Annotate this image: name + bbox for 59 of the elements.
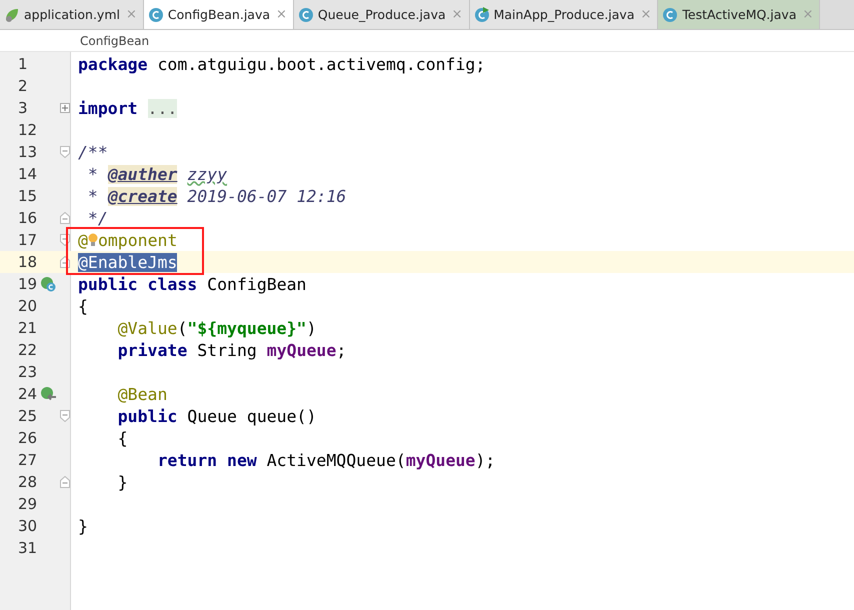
- editor-tab[interactable]: Queue_Produce.java ×: [294, 0, 470, 29]
- line-number: 31: [17, 539, 36, 557]
- fold-end-icon[interactable]: [60, 212, 70, 224]
- line-number: 25: [17, 407, 36, 425]
- bean-method-icon[interactable]: [40, 386, 56, 402]
- line-number: 20: [17, 297, 36, 315]
- line-number: 15: [17, 187, 36, 205]
- line-number: 18: [17, 253, 36, 271]
- editor-tab[interactable]: TestActiveMQ.java ×: [658, 0, 820, 29]
- code-line: {: [78, 296, 88, 316]
- line-number: 14: [17, 165, 36, 183]
- code-line: private String myQueue;: [116, 340, 346, 360]
- code-line: return new ActiveMQQueue(myQueue);: [156, 450, 496, 470]
- bean-class-icon[interactable]: [40, 276, 56, 292]
- code-line: import ...: [78, 98, 178, 118]
- lightbulb-icon[interactable]: [88, 232, 98, 248]
- line-number: 13: [17, 143, 36, 161]
- code-line: public class ConfigBean: [78, 274, 306, 294]
- line-number: 28: [17, 473, 36, 491]
- code-line: package com.atguigu.boot.activemq.config;: [78, 54, 486, 74]
- code-line: }: [116, 472, 128, 492]
- class-icon: [148, 6, 164, 22]
- code-line: * @create 2019-06-07 12:16: [86, 186, 346, 206]
- runnable-class-icon: [474, 6, 490, 22]
- code-line: {: [116, 428, 128, 448]
- line-number: 3: [17, 99, 29, 117]
- code-line: @ omponent: [78, 230, 178, 250]
- code-line: public Queue queue(): [116, 406, 316, 426]
- code-line: /**: [78, 142, 108, 162]
- line-number: 26: [17, 429, 36, 447]
- line-number: 23: [17, 363, 36, 381]
- fold-start-icon[interactable]: [60, 146, 70, 158]
- code-line: @Value("${myqueue}"): [116, 318, 316, 338]
- fold-start-icon[interactable]: [60, 410, 70, 422]
- breadcrumb[interactable]: ConfigBean: [80, 34, 150, 48]
- line-number: 24: [17, 385, 36, 403]
- editor-tab[interactable]: application.yml ×: [0, 0, 144, 29]
- line-number: 17: [17, 231, 36, 249]
- line-number: 30: [17, 517, 36, 535]
- line-number: 21: [17, 319, 36, 337]
- editor-tab[interactable]: MainApp_Produce.java ×: [470, 0, 658, 29]
- line-number: 2: [17, 77, 29, 95]
- line-number: 27: [17, 451, 36, 469]
- line-number: 22: [17, 341, 36, 359]
- line-number: 1: [17, 55, 29, 73]
- code-line: * @auther zzyy: [86, 164, 228, 184]
- class-icon: [662, 6, 678, 22]
- expand-fold-icon[interactable]: [60, 103, 70, 113]
- code-line: */: [86, 208, 108, 228]
- line-number: 12: [17, 121, 36, 139]
- line-number: 16: [17, 209, 36, 227]
- editor-tab[interactable]: ConfigBean.java ×: [144, 0, 294, 29]
- line-number: 19: [17, 275, 36, 293]
- class-icon: [298, 6, 314, 22]
- line-number: 29: [17, 495, 36, 513]
- leaf-icon: [4, 6, 20, 22]
- fold-end-icon[interactable]: [60, 476, 70, 488]
- code-line: @Bean: [116, 384, 168, 404]
- code-line: }: [78, 516, 88, 536]
